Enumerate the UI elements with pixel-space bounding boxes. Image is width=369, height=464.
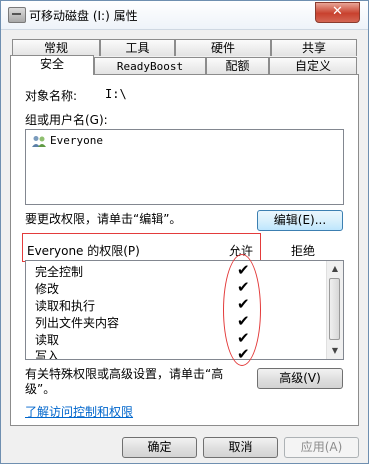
highlight-ellipse [223, 254, 261, 366]
user-everyone: Everyone [50, 134, 103, 147]
edit-button[interactable]: 编辑(E)... [257, 210, 343, 231]
advanced-button[interactable]: 高级(V) [257, 368, 343, 389]
table-row: 完全控制 ✔ [26, 261, 326, 280]
table-row: 列出文件夹内容 ✔ [26, 312, 326, 331]
object-name-value: I:\ [105, 87, 127, 101]
cancel-button[interactable]: 取消 [203, 437, 278, 458]
tab-quota[interactable]: 配额 [206, 57, 269, 74]
permission-name: 完全控制 [35, 265, 84, 279]
table-row: 读取 ✔ [26, 329, 326, 348]
list-item[interactable]: Everyone [26, 131, 326, 148]
permissions-scrollbar[interactable]: ▲ ▼ [326, 261, 343, 359]
tab-tools[interactable]: 工具 [100, 39, 175, 56]
user-group-icon [32, 136, 46, 147]
tab-readyboost[interactable]: ReadyBoost [94, 57, 206, 74]
table-row: 修改 ✔ [26, 278, 326, 297]
close-button[interactable]: ✕ [315, 2, 360, 23]
permission-name: 读取和执行 [35, 299, 96, 313]
tab-general[interactable]: 常规 [12, 39, 100, 56]
object-name-label: 对象名称: [25, 89, 78, 103]
tab-customize[interactable]: 自定义 [269, 57, 357, 74]
scroll-down-icon[interactable]: ▼ [327, 343, 343, 359]
permissions-header: Everyone 的权限(P) [27, 244, 140, 258]
table-row: 写入 ✔ [26, 345, 326, 360]
change-hint-text: 要更改权限，请单击“编辑”。 [25, 212, 182, 226]
properties-window: 可移动磁盘 (I:) 属性 ✕ 常规 工具 硬件 共享 安全 ReadyBoos… [0, 0, 369, 464]
tab-hardware[interactable]: 硬件 [175, 39, 271, 56]
window-title: 可移动磁盘 (I:) 属性 [29, 9, 138, 23]
scroll-up-icon[interactable]: ▲ [327, 261, 343, 277]
permission-name: 读取 [35, 333, 60, 347]
ok-button[interactable]: 确定 [122, 437, 197, 458]
title-bar[interactable]: 可移动磁盘 (I:) 属性 ✕ [1, 1, 368, 30]
tab-sharing[interactable]: 共享 [271, 39, 357, 56]
tab-security[interactable]: 安全 [10, 55, 94, 75]
scroll-thumb[interactable] [329, 278, 340, 340]
group-user-label: 组或用户名(G): [25, 113, 108, 127]
permissions-list[interactable]: 完全控制 ✔ 修改 ✔ 读取和执行 ✔ 列出文件夹内容 ✔ 读取 ✔ 写入 ✔ … [25, 260, 344, 360]
learn-access-control-link[interactable]: 了解访问控制和权限 [25, 403, 133, 420]
table-row: 读取和执行 ✔ [26, 295, 326, 314]
permission-name: 修改 [35, 282, 60, 296]
permission-name: 列出文件夹内容 [35, 316, 120, 330]
deny-header: 拒绝 [291, 244, 316, 258]
removable-drive-icon [8, 7, 26, 23]
apply-button[interactable]: 应用(A) [284, 437, 359, 458]
advanced-hint-line2: 级”。 [25, 382, 56, 396]
permission-name: 写入 [35, 349, 60, 360]
user-list[interactable]: Everyone [25, 129, 344, 205]
